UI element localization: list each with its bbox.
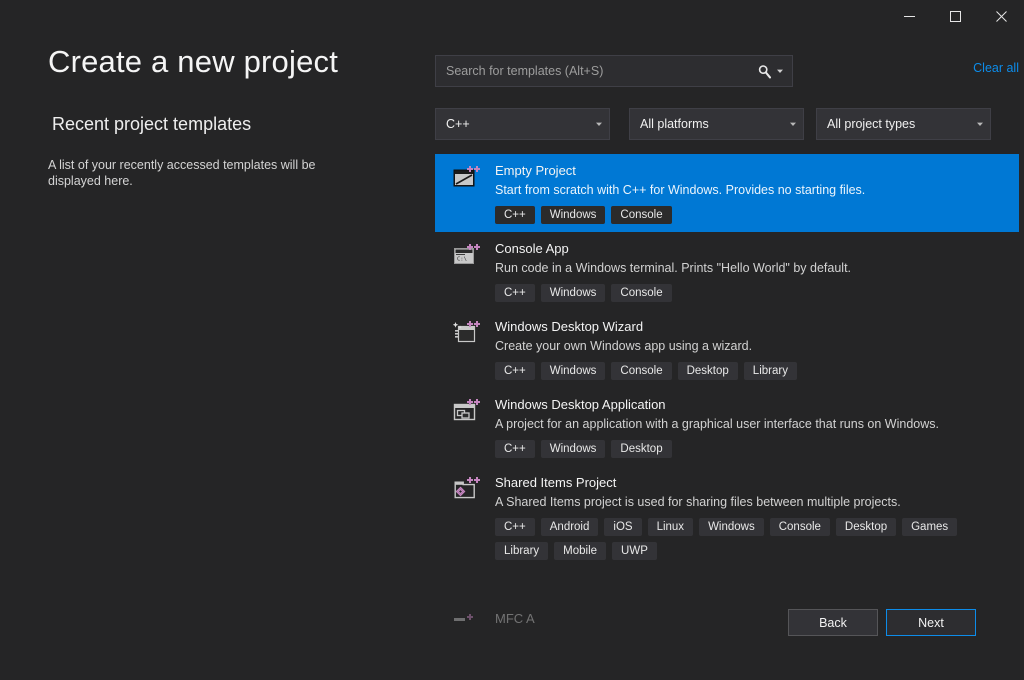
template-tag-list: C++ Windows Console [495, 206, 1009, 224]
template-tag: Console [769, 518, 830, 536]
template-tag: Library [743, 362, 797, 380]
template-list-item[interactable]: Windows Desktop Wizard Create your own Wi… [435, 310, 1019, 388]
template-tag: Windows [540, 206, 606, 224]
template-tag: Windows [540, 440, 606, 458]
search-input[interactable] [436, 64, 757, 78]
template-tag: Windows [699, 518, 764, 536]
template-description: A project for an application with a grap… [495, 417, 939, 431]
windows-desktop-wizard-icon [453, 318, 487, 380]
windows-desktop-application-icon [453, 396, 487, 458]
platform-filter-value: All platforms [640, 117, 709, 131]
empty-project-icon [453, 162, 487, 224]
template-item-body: Windows Desktop Wizard Create your own Wi… [487, 318, 1009, 380]
template-tag: Console [611, 362, 672, 380]
svg-text:C:\: C:\ [457, 257, 467, 263]
template-tag: Library [495, 542, 549, 560]
search-box[interactable] [435, 55, 793, 87]
template-item-body: Windows Desktop Application A project for… [487, 396, 1009, 458]
recent-templates-heading: Recent project templates [52, 114, 252, 134]
clear-all-link[interactable]: Clear all [973, 61, 1019, 75]
project-type-filter-value: All project types [827, 117, 916, 131]
template-list-item[interactable]: Shared Items Project A Shared Items proje… [435, 466, 1019, 568]
language-filter-value: C++ [446, 117, 470, 131]
template-tag: Desktop [835, 518, 897, 536]
template-tag-list: C++ Windows Console Desktop Library [495, 362, 1009, 380]
search-row: Clear all [435, 55, 1019, 87]
window-close-button[interactable] [978, 0, 1024, 32]
template-tag: C++ [495, 206, 535, 224]
template-description: Start from scratch with C++ for Windows.… [495, 183, 866, 197]
window-minimize-button[interactable] [886, 0, 932, 32]
console-app-icon: C:\ [453, 240, 487, 302]
template-tag: Windows [540, 362, 606, 380]
shared-items-project-icon [453, 474, 487, 560]
template-tag: Android [540, 518, 599, 536]
template-tag: iOS [604, 518, 642, 536]
template-description: Run code in a Windows terminal. Prints "… [495, 261, 852, 275]
template-tag: Desktop [677, 362, 738, 380]
template-item-body: Console App Run code in a Windows termina… [487, 240, 1009, 302]
template-tag: Linux [647, 518, 694, 536]
template-list-item[interactable]: Windows Desktop Application A project for… [435, 388, 1019, 466]
template-list[interactable]: Empty Project Start from scratch with C++… [435, 154, 1019, 619]
window-title-bar [0, 0, 1024, 32]
page-title: Create a new project [48, 44, 339, 79]
template-tag: C++ [495, 440, 535, 458]
template-description: Create your own Windows app using a wiza… [495, 339, 753, 353]
chevron-down-icon [589, 120, 609, 128]
template-name: Shared Items Project [495, 475, 617, 490]
project-type-filter-dropdown[interactable]: All project types [816, 108, 991, 140]
template-list-item[interactable]: C:\ Console App Run code in a Windows ter… [435, 232, 1019, 310]
template-tag: Desktop [611, 440, 672, 458]
window-maximize-button[interactable] [932, 0, 978, 32]
chevron-down-icon [783, 120, 803, 128]
template-list-item[interactable]: Empty Project Start from scratch with C++… [435, 154, 1019, 232]
recent-templates-empty-text: A list of your recently accessed templat… [48, 158, 316, 188]
template-item-body: Shared Items Project A Shared Items proje… [487, 474, 1009, 560]
back-button[interactable]: Back [788, 609, 878, 636]
minimize-icon [903, 15, 915, 17]
maximize-icon [949, 10, 961, 22]
template-name: Console App [495, 241, 569, 256]
template-tag: Games [902, 518, 958, 536]
template-name: Empty Project [495, 163, 576, 178]
chevron-down-icon [777, 69, 783, 73]
template-tag-list: C++ Windows Desktop [495, 440, 1009, 458]
template-tag: C++ [495, 518, 535, 536]
template-tag: Mobile [554, 542, 607, 560]
dialog-footer: Back Next [0, 576, 1024, 680]
next-button[interactable]: Next [886, 609, 976, 636]
filter-row: C++ All platforms All project types [435, 108, 1019, 140]
search-icon-group[interactable] [757, 64, 792, 79]
template-tag: C++ [495, 284, 535, 302]
template-item-body: Empty Project Start from scratch with C++… [487, 162, 1009, 224]
template-tag: Console [611, 284, 672, 302]
template-name: Windows Desktop Application [495, 397, 666, 412]
chevron-down-icon [970, 120, 990, 128]
search-icon [758, 64, 772, 78]
language-filter-dropdown[interactable]: C++ [435, 108, 610, 140]
template-tag: Console [611, 206, 672, 224]
template-description: A Shared Items project is used for shari… [495, 495, 901, 509]
close-icon [995, 10, 1007, 22]
template-tag: C++ [495, 362, 535, 380]
template-tag-list: C++ Windows Console [495, 284, 1009, 302]
template-name: Windows Desktop Wizard [495, 319, 644, 334]
platform-filter-dropdown[interactable]: All platforms [629, 108, 804, 140]
template-tag-list: C++ Android iOS Linux Windows Console Desktop G… [495, 518, 1009, 560]
template-tag: Windows [540, 284, 606, 302]
template-tag: UWP [612, 542, 657, 560]
